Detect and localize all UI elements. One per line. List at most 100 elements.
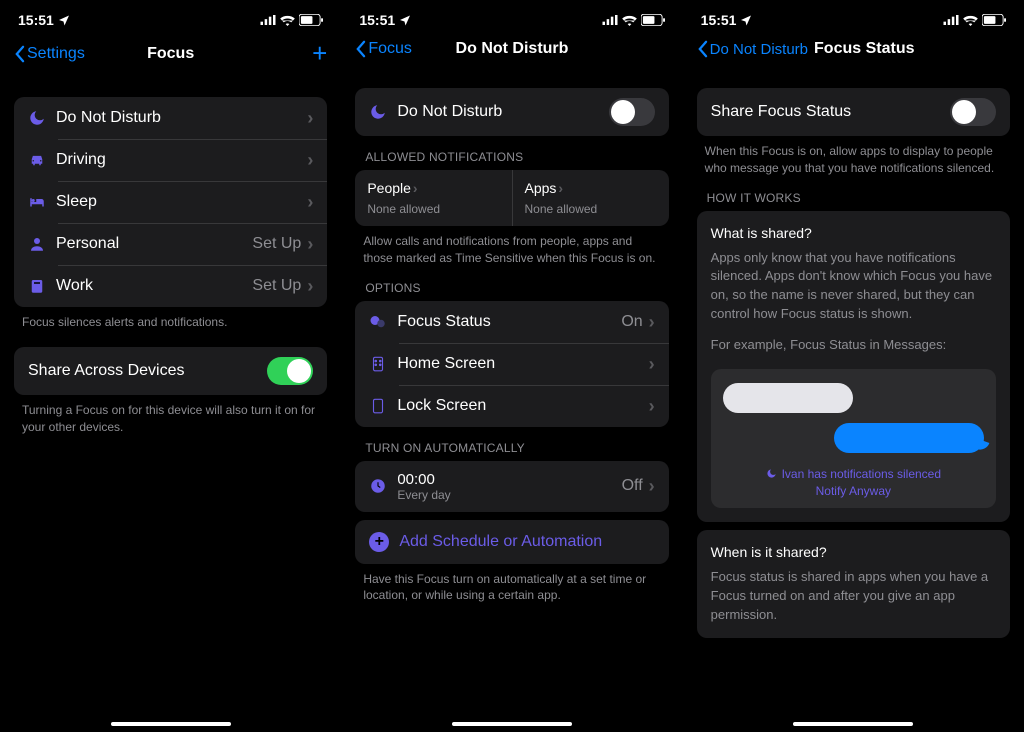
incoming-bubble: [723, 383, 853, 413]
row-label: Driving: [56, 151, 307, 169]
back-button[interactable]: Settings: [14, 45, 85, 63]
home-screen-row[interactable]: Home Screen ›: [355, 343, 668, 385]
chevron-left-icon: [14, 45, 25, 63]
chevron-right-icon: ›: [307, 193, 313, 211]
page-title: Focus Status: [814, 40, 914, 58]
share-status-group: Share Focus Status: [697, 88, 1010, 136]
what-title: What is shared?: [711, 225, 996, 241]
focus-modes-group: Do Not Disturb › Driving › Sleep › Perso…: [14, 97, 327, 307]
auto-sub: Every day: [397, 488, 621, 502]
dnd-toggle-group: Do Not Disturb: [355, 88, 668, 136]
chevron-right-icon: ›: [307, 235, 313, 253]
when-text: Focus status is shared in apps when you …: [711, 568, 996, 625]
schedule-label: 00:00 Every day: [397, 471, 621, 502]
what-text: Apps only know that you have notificatio…: [711, 249, 996, 324]
apps-sub: None allowed: [525, 202, 657, 216]
focus-item-sleep[interactable]: Sleep ›: [14, 181, 327, 223]
focus-status-row[interactable]: Focus Status On ›: [355, 301, 668, 343]
row-label: Personal: [56, 235, 252, 253]
moon-icon: [28, 109, 46, 127]
back-label: Focus: [368, 40, 412, 58]
how-header: HOW IT WORKS: [697, 177, 1010, 211]
options-header: OPTIONS: [355, 267, 668, 301]
schedule-row[interactable]: 00:00 Every day Off ›: [355, 461, 668, 512]
chevron-right-icon: ›: [649, 397, 655, 415]
notify-anyway[interactable]: Notify Anyway: [723, 484, 984, 498]
page-title: Focus: [147, 45, 194, 63]
home-indicator[interactable]: [111, 722, 231, 726]
row-value: On: [621, 313, 642, 331]
focus-item-dnd[interactable]: Do Not Disturb ›: [14, 97, 327, 139]
add-schedule-group: + Add Schedule or Automation: [355, 520, 668, 564]
focus-status-panel: 15:51 Do Not Disturb Focus Status Share …: [685, 2, 1022, 730]
dnd-toggle[interactable]: [609, 98, 655, 126]
people-label: People: [367, 180, 411, 196]
nav-bar: Focus Do Not Disturb: [343, 32, 680, 72]
chevron-right-icon: ›: [649, 355, 655, 373]
moon-icon: [369, 103, 387, 121]
share-toggle[interactable]: [950, 98, 996, 126]
messages-preview: Ivan has notifications silenced Notify A…: [711, 369, 996, 508]
nav-bar: Do Not Disturb Focus Status: [685, 32, 1022, 72]
nav-bar: Settings Focus +: [2, 32, 339, 81]
outgoing-bubble: [834, 423, 984, 453]
bed-icon: [28, 193, 46, 211]
location-icon: [399, 14, 411, 26]
allowed-split: People› None allowed Apps› None allowed: [355, 170, 668, 226]
location-icon: [58, 14, 70, 26]
people-col[interactable]: People› None allowed: [355, 170, 511, 226]
row-label: Share Focus Status: [711, 103, 950, 121]
focus-item-work[interactable]: Work Set Up ›: [14, 265, 327, 307]
home-indicator[interactable]: [793, 722, 913, 726]
apps-col[interactable]: Apps› None allowed: [512, 170, 669, 226]
row-label: Lock Screen: [397, 397, 648, 415]
badge-icon: [28, 277, 46, 295]
share-focus-status-row[interactable]: Share Focus Status: [697, 88, 1010, 136]
share-footer: When this Focus is on, allow apps to dis…: [697, 136, 1010, 177]
chevron-right-icon: ›: [649, 313, 655, 331]
share-toggle[interactable]: [267, 357, 313, 385]
status-icons: [260, 14, 323, 26]
chevron-right-icon: ›: [307, 109, 313, 127]
example-text: For example, Focus Status in Messages:: [711, 336, 996, 355]
when-title: When is it shared?: [711, 544, 996, 560]
what-card: What is shared? Apps only know that you …: [697, 211, 1010, 522]
location-icon: [740, 14, 752, 26]
plus-icon: +: [369, 532, 389, 552]
back-button[interactable]: Do Not Disturb: [697, 40, 808, 58]
chevron-right-icon: ›: [413, 181, 418, 195]
dnd-panel: 15:51 Focus Do Not Disturb Do Not Distur…: [343, 2, 680, 730]
silenced-text: Ivan has notifications silenced: [723, 467, 984, 481]
status-bar: 15:51: [2, 2, 339, 32]
back-button[interactable]: Focus: [355, 40, 412, 58]
lock-screen-row[interactable]: Lock Screen ›: [355, 385, 668, 427]
focus-footer: Focus silences alerts and notifications.: [14, 307, 327, 331]
share-across-devices[interactable]: Share Across Devices: [14, 347, 327, 395]
dnd-toggle-row[interactable]: Do Not Disturb: [355, 88, 668, 136]
add-schedule-button[interactable]: + Add Schedule or Automation: [355, 520, 668, 564]
chevron-right-icon: ›: [649, 477, 655, 495]
status-icons: [602, 14, 665, 26]
home-indicator[interactable]: [452, 722, 572, 726]
focus-item-driving[interactable]: Driving ›: [14, 139, 327, 181]
row-label: Do Not Disturb: [56, 109, 307, 127]
auto-group: 00:00 Every day Off ›: [355, 461, 668, 512]
add-schedule-label: Add Schedule or Automation: [399, 533, 602, 551]
status-bar: 15:51: [343, 2, 680, 32]
chevron-right-icon: ›: [307, 151, 313, 169]
chevron-left-icon: [697, 40, 708, 58]
status-time: 15:51: [701, 12, 737, 28]
allowed-footer: Allow calls and notifications from peopl…: [355, 226, 668, 267]
when-card: When is it shared? Focus status is share…: [697, 530, 1010, 639]
apps-label: Apps: [525, 180, 557, 196]
focus-settings-panel: 15:51 Settings Focus + Do Not Disturb › …: [2, 2, 339, 730]
chevron-right-icon: ›: [307, 277, 313, 295]
person-icon: [28, 235, 46, 253]
phone-icon: [369, 397, 387, 415]
moon-icon: [766, 468, 777, 479]
status-bar: 15:51: [685, 2, 1022, 32]
status-icons: [943, 14, 1006, 26]
add-button[interactable]: +: [312, 38, 327, 69]
bubble-icon: [369, 313, 387, 331]
focus-item-personal[interactable]: Personal Set Up ›: [14, 223, 327, 265]
